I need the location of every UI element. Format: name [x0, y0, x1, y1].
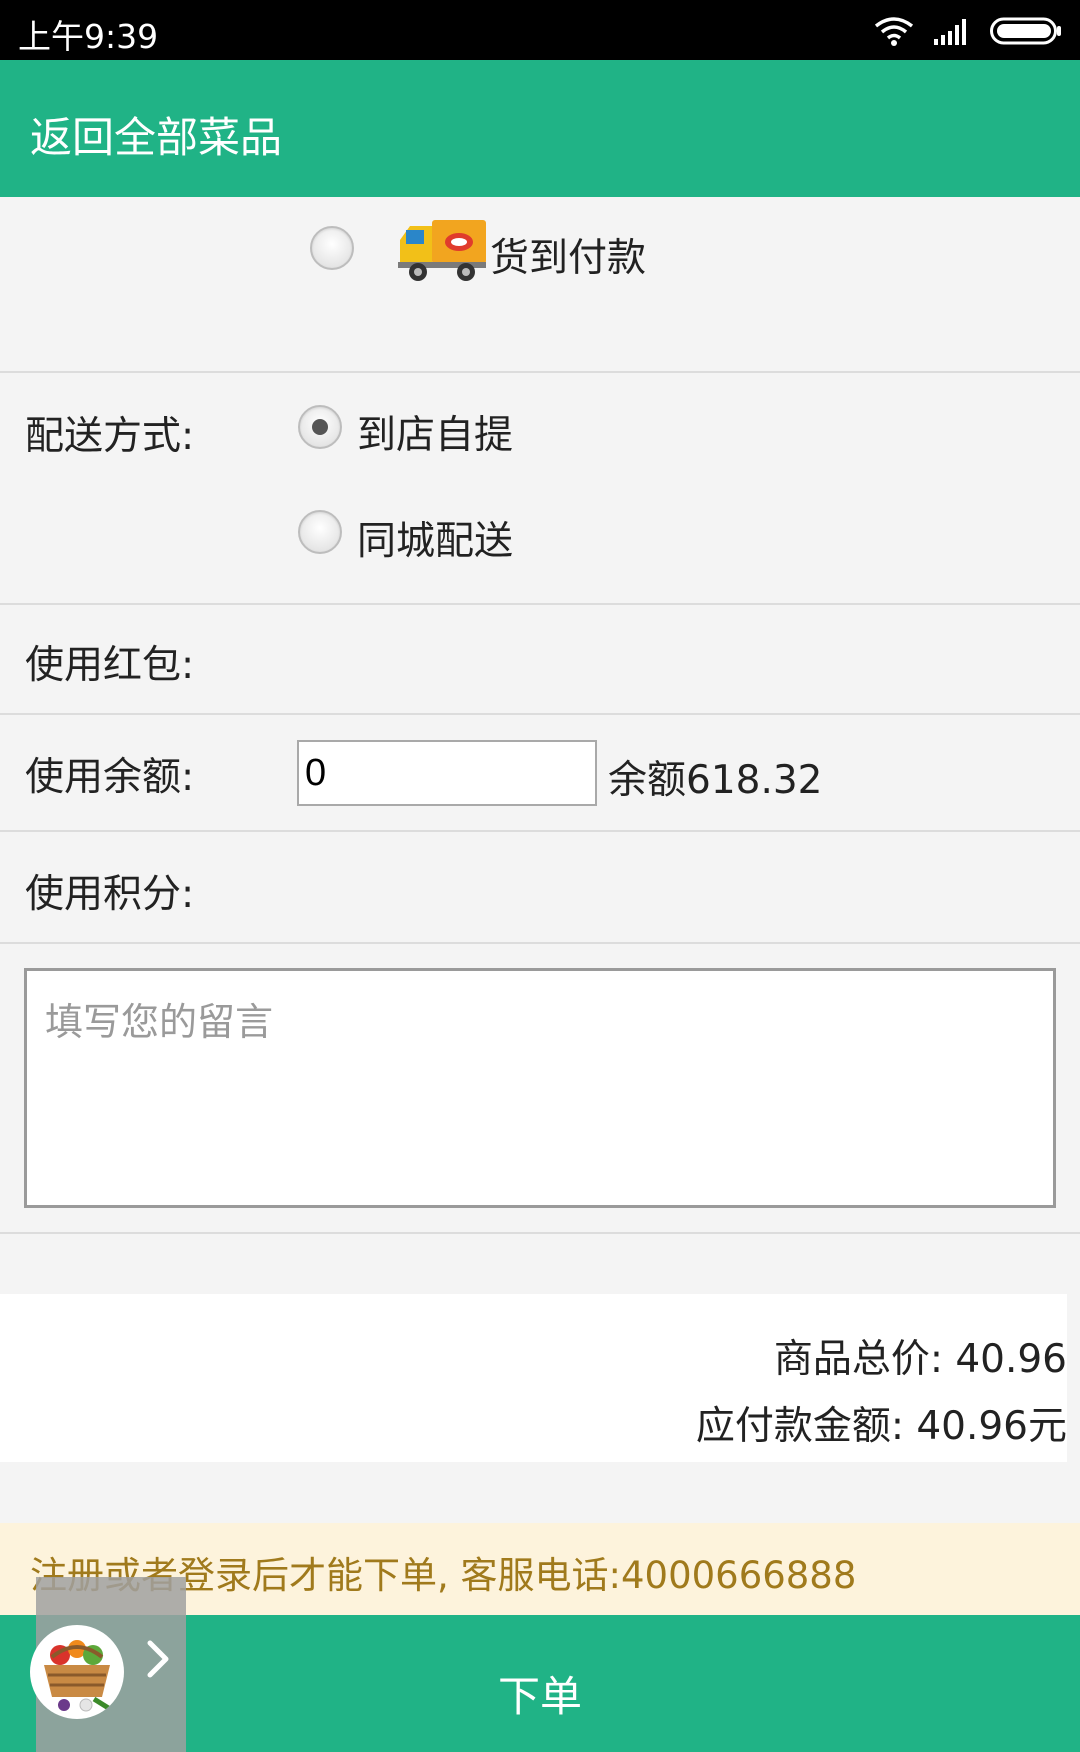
delivery-method-label: 配送方式: — [25, 414, 195, 459]
delivery-truck-icon — [398, 220, 486, 281]
cod-radio[interactable] — [310, 226, 354, 270]
divider — [0, 713, 1080, 715]
payable-amount: 应付款金额: 40.96元 — [695, 1404, 1067, 1449]
divider — [0, 830, 1080, 832]
floating-menu-button[interactable] — [30, 1577, 186, 1752]
signal-icon — [934, 19, 966, 45]
order-summary: 商品总价: 40.96 应付款金额: 40.96元 — [0, 1294, 1067, 1462]
radio-selected-dot — [312, 419, 328, 435]
cod-label: 货到付款 — [490, 236, 647, 281]
place-order-label: 下单 — [498, 1672, 583, 1721]
city-delivery-option-label[interactable]: 同城配送 — [357, 510, 513, 566]
back-to-all-dishes-link[interactable]: 返回全部菜品 — [30, 104, 282, 165]
city-delivery-radio[interactable] — [298, 510, 342, 554]
balance-input[interactable] — [297, 740, 597, 806]
vegetable-basket-icon — [30, 1625, 124, 1719]
available-balance-text: 余额618.32 — [608, 758, 823, 803]
divider — [0, 371, 1080, 373]
goods-total-price: 商品总价: 40.96 — [773, 1337, 1067, 1382]
chevron-right-icon — [147, 1640, 169, 1678]
pickup-radio[interactable] — [298, 405, 342, 449]
message-textarea[interactable] — [24, 968, 1056, 1208]
battery-icon — [990, 17, 1061, 45]
status-icons — [874, 14, 1062, 48]
divider — [0, 603, 1080, 605]
status-time: 上午9:39 — [18, 17, 159, 56]
pickup-option-label[interactable]: 到店自提 — [357, 404, 513, 460]
red-packet-label: 使用红包: — [25, 643, 195, 688]
divider — [0, 1232, 1080, 1234]
divider — [0, 942, 1080, 944]
use-balance-label: 使用余额: — [25, 755, 195, 800]
wifi-icon — [874, 17, 914, 46]
use-points-label: 使用积分: — [25, 872, 195, 917]
status-bar: 上午9:39 — [0, 0, 1080, 60]
app-bar: 返回全部菜品 — [0, 60, 1080, 197]
